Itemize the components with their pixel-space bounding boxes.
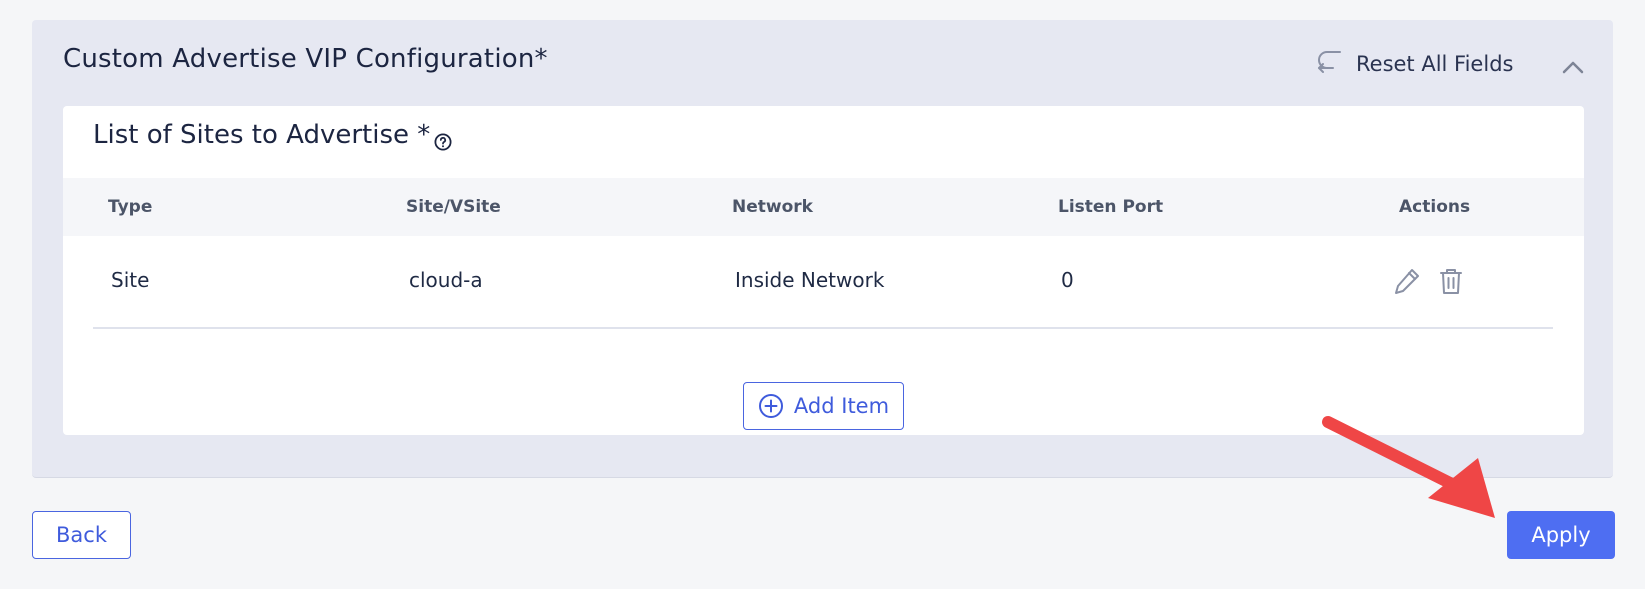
table-row: Site cloud-a Inside Network 0 — [63, 236, 1584, 328]
card-title: List of Sites to Advertise * — [93, 120, 452, 151]
cell-listen-port: 0 — [1061, 268, 1074, 292]
reset-all-fields-button[interactable]: Reset All Fields — [1316, 49, 1513, 78]
card-title-text: List of Sites to Advertise * — [93, 120, 431, 150]
reset-all-fields-label: Reset All Fields — [1356, 51, 1514, 76]
trash-icon[interactable] — [1437, 266, 1465, 296]
table-header: Type Site/VSite Network Listen Port Acti… — [63, 178, 1584, 236]
column-header-type: Type — [108, 197, 153, 217]
column-header-actions: Actions — [1399, 197, 1471, 217]
column-header-network: Network — [732, 197, 813, 217]
row-divider — [93, 327, 1553, 329]
chevron-up-icon — [1562, 61, 1584, 74]
custom-advertise-vip-section: Custom Advertise VIP Configuration* Rese… — [32, 20, 1613, 478]
question-circle-icon[interactable] — [434, 128, 452, 151]
plus-circle-icon — [758, 394, 783, 418]
collapse-section-button[interactable] — [1559, 53, 1587, 81]
add-item-button[interactable]: Add Item — [743, 382, 904, 430]
pencil-icon[interactable] — [1393, 266, 1421, 296]
section-title: Custom Advertise VIP Configuration* — [63, 44, 548, 74]
cell-site: cloud-a — [409, 268, 483, 292]
add-item-label: Add Item — [793, 394, 890, 418]
cell-network: Inside Network — [735, 268, 885, 292]
column-header-listen-port: Listen Port — [1058, 197, 1164, 217]
apply-button[interactable]: Apply — [1507, 511, 1615, 559]
sites-list-card: List of Sites to Advertise * Type Site/V… — [63, 106, 1584, 435]
undo-arrow-icon — [1316, 49, 1342, 78]
back-button[interactable]: Back — [32, 511, 131, 559]
cell-type: Site — [111, 268, 150, 292]
column-header-site: Site/VSite — [406, 197, 501, 217]
